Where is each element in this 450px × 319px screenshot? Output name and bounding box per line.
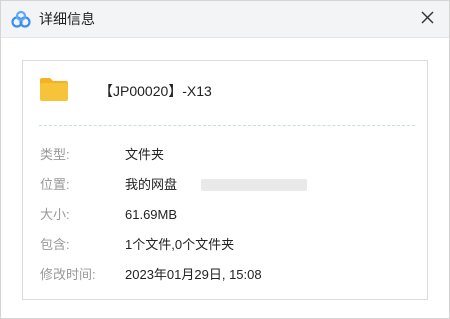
size-label: 大小: xyxy=(40,207,70,222)
redacted-path xyxy=(201,179,307,191)
location-value: 我的网盘 xyxy=(125,177,178,192)
baidu-netdisk-cloud-icon xyxy=(10,9,32,31)
modified-label: 修改时间: xyxy=(40,267,96,282)
location-label: 位置: xyxy=(40,177,70,192)
details-dialog: 详细信息 【JP00020】-X13 类型: 文件夹 位置: 我的网盘 大小: … xyxy=(0,0,450,319)
contains-label: 包含: xyxy=(40,237,70,252)
close-button[interactable] xyxy=(415,5,441,31)
details-card: 【JP00020】-X13 类型: 文件夹 位置: 我的网盘 大小: 61.69… xyxy=(22,60,428,300)
dialog-title: 详细信息 xyxy=(39,11,95,27)
detail-row-location: 位置: 我的网盘 xyxy=(40,176,420,194)
contains-value: 1个文件,0个文件夹 xyxy=(125,237,235,252)
item-name: 【JP00020】-X13 xyxy=(99,83,212,99)
title-bar: 详细信息 xyxy=(1,1,449,38)
modified-value: 2023年01月29日, 15:08 xyxy=(125,267,262,282)
size-value: 61.69MB xyxy=(125,207,178,222)
detail-row-contains: 包含: 1个文件,0个文件夹 xyxy=(40,236,420,254)
detail-row-type: 类型: 文件夹 xyxy=(40,146,420,164)
divider xyxy=(39,125,415,126)
type-label: 类型: xyxy=(40,147,70,162)
close-icon[interactable] xyxy=(415,5,441,31)
folder-icon xyxy=(39,76,69,102)
type-value: 文件夹 xyxy=(125,147,165,162)
detail-row-modified: 修改时间: 2023年01月29日, 15:08 xyxy=(40,266,420,284)
detail-row-size: 大小: 61.69MB xyxy=(40,206,420,224)
